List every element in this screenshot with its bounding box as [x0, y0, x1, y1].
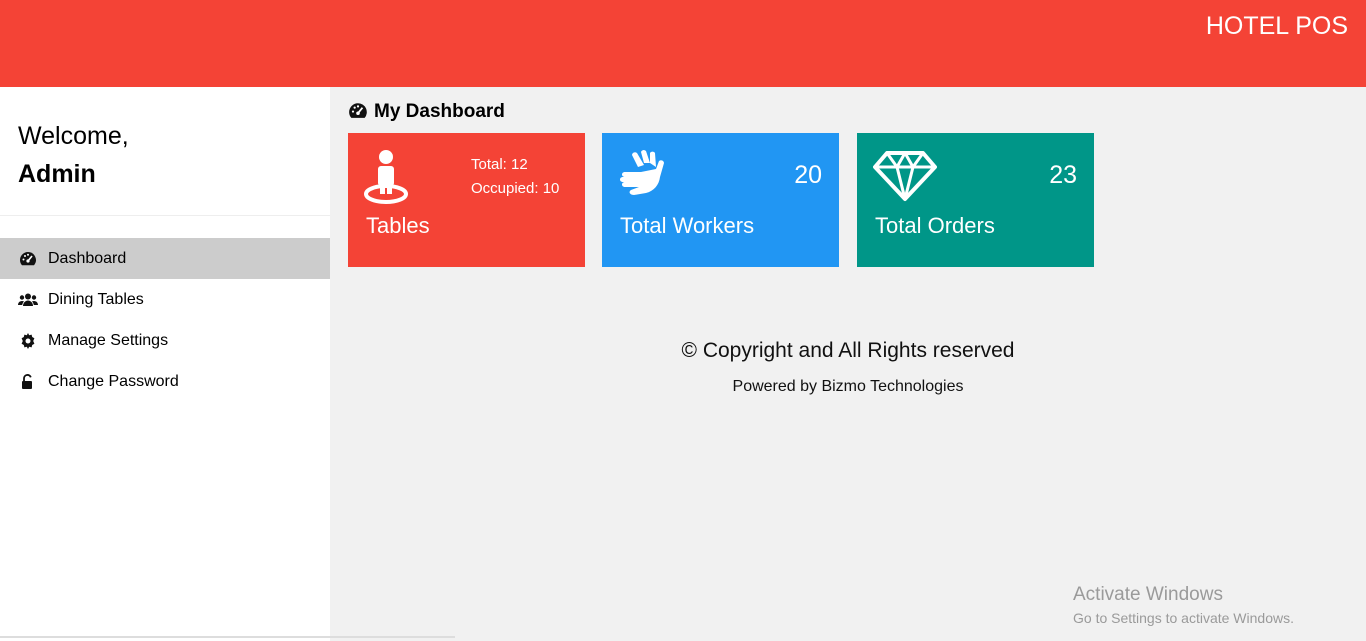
sidebar-item-dashboard[interactable]: Dashboard [0, 238, 330, 279]
gear-icon [18, 331, 38, 351]
sidebar-item-label: Dashboard [48, 249, 127, 267]
orders-card[interactable]: 23 Total Orders [857, 133, 1094, 267]
dashboard-icon [348, 102, 368, 122]
sidebar-divider [0, 215, 330, 216]
footer-powered-by: Powered by Bizmo Technologies [732, 378, 964, 395]
sidebar-item-label: Dining Tables [48, 290, 144, 308]
card-label: Tables [366, 213, 430, 238]
page-title-text: My Dashboard [374, 101, 505, 122]
tables-card[interactable]: Total: 12 Occupied: 10 Tables [348, 133, 585, 267]
watermark-subtitle: Go to Settings to activate Windows. [1073, 610, 1294, 626]
sidebar-item-label: Manage Settings [48, 331, 169, 349]
footer-copyright: © Copyright and All Rights reserved [681, 339, 1015, 362]
person-standing-icon [364, 149, 410, 210]
sidebar-item-label: Change Password [48, 372, 179, 390]
activate-windows-watermark: Activate Windows Go to Settings to activ… [1073, 584, 1294, 626]
workers-count: 20 [794, 161, 822, 189]
watermark-title: Activate Windows [1073, 584, 1223, 605]
diamond-icon [873, 149, 937, 208]
tables-stats: Total: 12 Occupied: 10 [471, 153, 559, 201]
card-label: Total Orders [875, 213, 995, 238]
orders-count: 23 [1049, 161, 1077, 189]
sidebar-item-change-password[interactable]: Change Password [0, 361, 330, 402]
hands-icon [618, 149, 672, 210]
tables-total: Total: 12 [471, 156, 528, 173]
sidebar-item-manage-settings[interactable]: Manage Settings [0, 320, 330, 361]
unlock-icon [18, 372, 38, 392]
welcome-text: Welcome, [18, 122, 129, 150]
card-label: Total Workers [620, 213, 755, 238]
tables-occupied: Occupied: 10 [471, 180, 560, 197]
sidebar-item-dining-tables[interactable]: Dining Tables [0, 279, 330, 320]
sidebar: Welcome, Admin Dashboard Dining Tables M… [0, 87, 455, 641]
main-content: My Dashboard Total: 12 Occupied: 10 Tabl… [330, 87, 1366, 641]
page-title: My Dashboard [348, 101, 505, 123]
dashboard-icon [18, 249, 38, 269]
welcome-block: Welcome, Admin [18, 117, 129, 193]
sidebar-nav: Dashboard Dining Tables Manage Settings … [0, 238, 330, 402]
user-name: Admin [18, 160, 96, 188]
users-icon [18, 290, 38, 310]
workers-card[interactable]: 20 Total Workers [602, 133, 839, 267]
brand-title[interactable]: HOTEL POS [1206, 12, 1348, 41]
top-bar: HOTEL POS [0, 0, 1366, 87]
